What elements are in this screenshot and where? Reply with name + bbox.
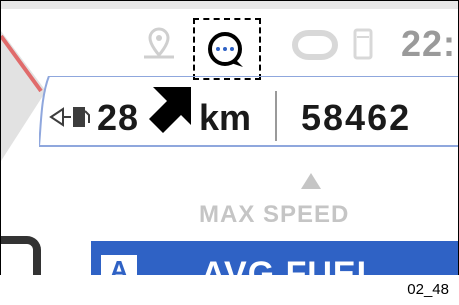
mode-letter-box: A [101, 255, 137, 276]
range-value: 28 [97, 97, 140, 138]
phone-icon [353, 28, 373, 60]
figure-code: 02_48 [407, 281, 449, 298]
panel-divider [275, 91, 277, 141]
phone-link-icon [291, 30, 339, 60]
avg-fuel-label: AVG FUEL [201, 255, 379, 277]
dashboard-screen: 22: 28 km 58462 MAX SPEED A AVG FUEL [0, 0, 459, 277]
max-speed-label: MAX SPEED [199, 201, 350, 228]
max-speed-up-arrow [301, 173, 321, 189]
left-bottom-frame [1, 236, 41, 276]
odometer-value: 58462 [301, 97, 412, 138]
range-unit: km [199, 97, 252, 138]
highlight-dashed-box [193, 18, 261, 80]
clock-time: 22: [401, 23, 457, 64]
page-footer: 02_48 [0, 275, 459, 305]
fuel-pump-icon [49, 107, 90, 127]
top-strip [1, 1, 458, 9]
cursor-arrow-icon [149, 87, 191, 133]
map-pin-icon [144, 27, 174, 59]
